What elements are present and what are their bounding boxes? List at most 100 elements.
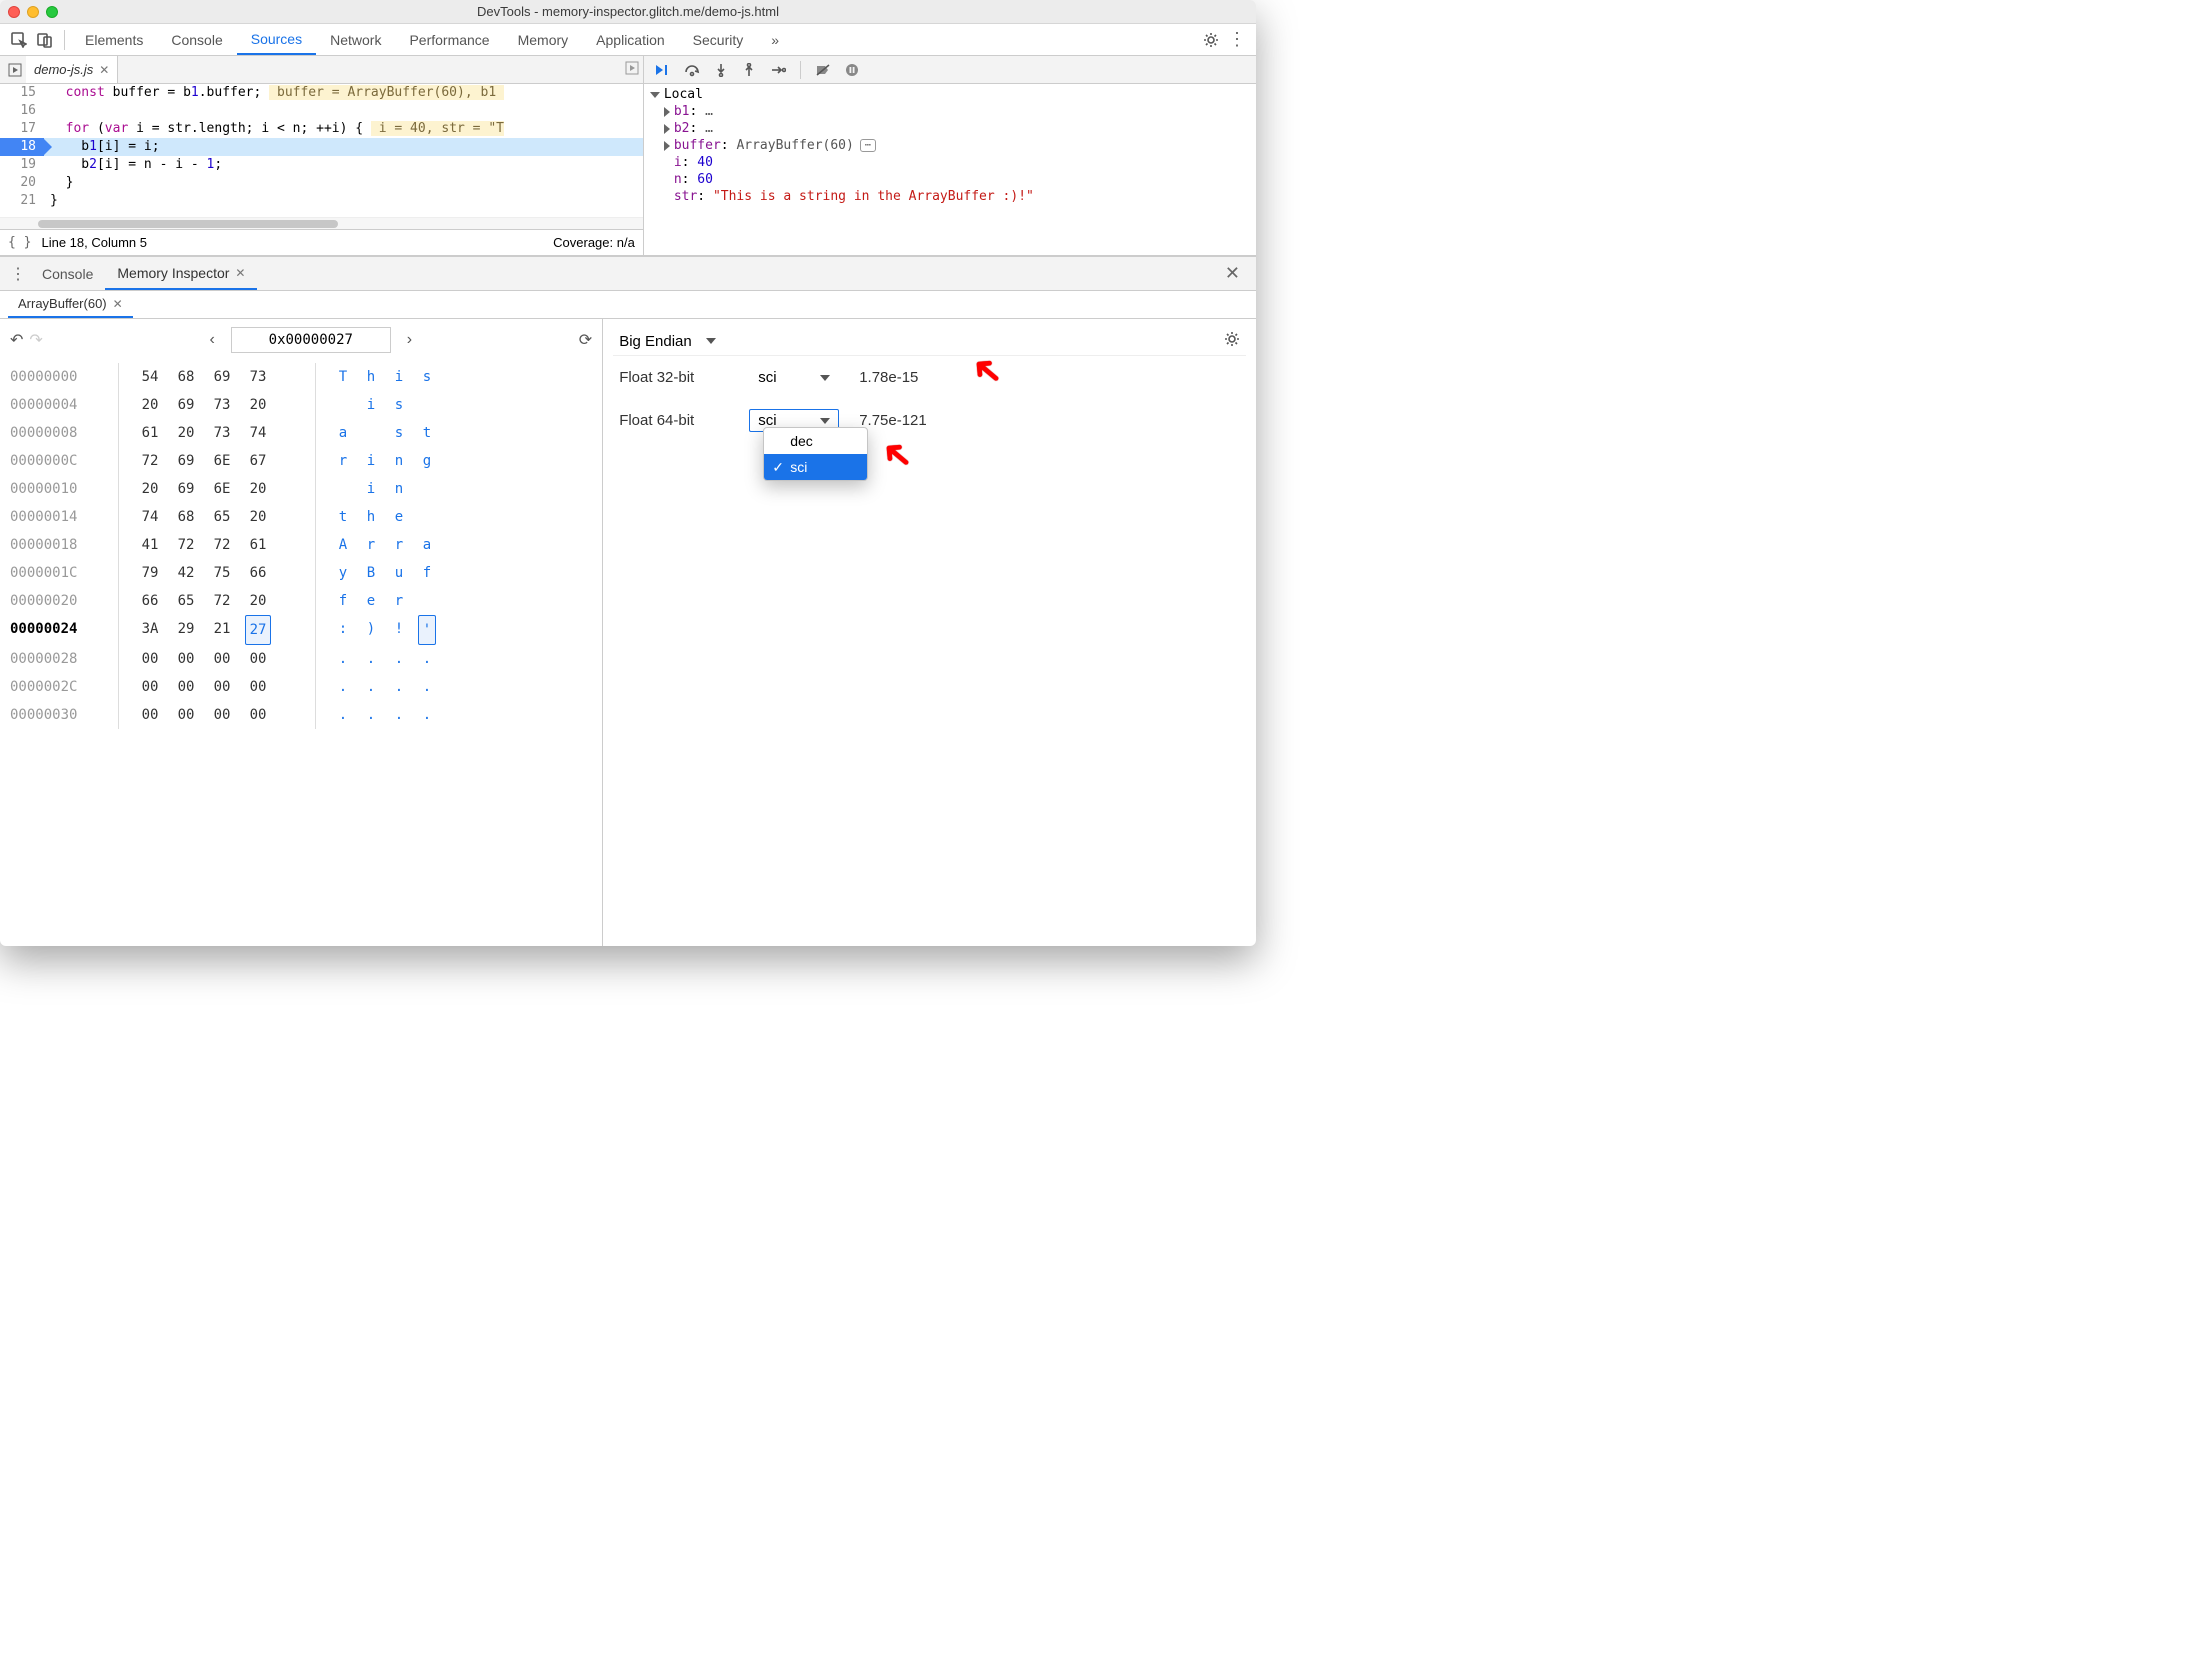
editor-status-bar: { } Line 18, Column 5 Coverage: n/a [0,229,643,255]
code-line[interactable]: 17 for (var i = str.length; i < n; ++i) … [0,120,643,138]
file-tab-label: demo-js.js [34,62,93,77]
drawer-menu-icon[interactable]: ⋮ [6,264,30,284]
pretty-print-icon[interactable]: { } [8,235,31,250]
deactivate-breakpoints-icon[interactable] [815,63,831,77]
run-snippet-icon[interactable] [625,61,639,78]
main-tab-bar: Elements Console Sources Network Perform… [0,24,1256,56]
device-toolbar-icon[interactable] [32,27,58,53]
separator [64,30,65,50]
sources-split: demo-js.js ✕ 15 const buffer = b1.buffer… [0,56,1256,256]
tab-security[interactable]: Security [679,24,758,55]
hex-viewer: ↶ ↷ ‹ › ⟳ 0000000054686973This0000000420… [0,319,603,946]
cursor-position: Line 18, Column 5 [41,235,147,250]
caret-down-icon [706,338,716,344]
tab-elements[interactable]: Elements [71,24,157,55]
close-tab-icon[interactable]: ✕ [99,63,109,77]
format-option-sci[interactable]: sci [764,454,867,480]
redo-icon[interactable]: ↷ [29,330,42,350]
resume-icon[interactable] [654,63,670,77]
close-tab-icon[interactable]: ✕ [113,297,123,311]
pause-on-exceptions-icon[interactable] [845,63,859,77]
format-selector-float32[interactable]: sci [749,366,839,389]
scope-panel[interactable]: Local b1: …b2: …buffer: ArrayBuffer(60)⋯… [644,84,1256,255]
tab-console[interactable]: Console [157,24,236,55]
hex-row[interactable]: 0000001474686520the [10,503,592,531]
scope-variable[interactable]: b2: … [644,120,1256,137]
scope-variable[interactable]: buffer: ArrayBuffer(60)⋯ [644,137,1256,154]
close-tab-icon[interactable]: ✕ [235,266,245,280]
tab-network[interactable]: Network [316,24,395,55]
value-float64: 7.75e-121 [859,412,927,429]
settings-gear-icon[interactable] [1198,27,1224,53]
hex-row[interactable]: 0000001020696E20 in [10,475,592,503]
hex-row[interactable]: 0000000054686973This [10,363,592,391]
devtools-window: DevTools - memory-inspector.glitch.me/de… [0,0,1256,946]
value-label: Float 32-bit [619,369,729,386]
step-into-icon[interactable] [714,63,728,77]
tab-sources[interactable]: Sources [237,24,316,55]
hex-row[interactable]: 0000000861207374a st [10,419,592,447]
separator [800,61,801,79]
next-page-icon[interactable]: › [401,331,418,349]
hex-row[interactable]: 0000000420697320 is [10,391,592,419]
prev-page-icon[interactable]: ‹ [203,331,220,349]
code-line[interactable]: 16 [0,102,643,120]
hex-row[interactable]: 0000002C00000000.... [10,673,592,701]
window-title: DevTools - memory-inspector.glitch.me/de… [0,4,1256,19]
horizontal-scrollbar[interactable] [0,217,643,229]
navigator-toggle-icon[interactable] [4,63,26,77]
hex-table[interactable]: 0000000054686973This0000000420697320 is … [10,363,592,729]
hex-row[interactable]: 0000002066657220fer [10,587,592,615]
tab-memory[interactable]: Memory [504,24,583,55]
undo-icon[interactable]: ↶ [10,330,23,350]
value-label: Float 64-bit [619,412,729,429]
hex-row[interactable]: 0000002800000000.... [10,645,592,673]
hex-row[interactable]: 0000001C79427566yBuf [10,559,592,587]
value-inspector: Big Endian Float 32-bit sci 1.78e-15 Flo… [603,319,1256,946]
tab-application[interactable]: Application [582,24,679,55]
code-line[interactable]: 15 const buffer = b1.buffer; buffer = Ar… [0,84,643,102]
memory-inspector-body: ↶ ↷ ‹ › ⟳ 0000000054686973This0000000420… [0,319,1256,946]
hex-row[interactable]: 0000003000000000.... [10,701,592,729]
window-titlebar: DevTools - memory-inspector.glitch.me/de… [0,0,1256,24]
step-over-icon[interactable] [684,63,700,77]
scope-local-header[interactable]: Local [644,86,1256,103]
code-line[interactable]: 19 b2[i] = n - i - 1; [0,156,643,174]
value-row-float64: Float 64-bit sci 7.75e-121 [613,399,1246,442]
refresh-icon[interactable]: ⟳ [579,330,592,350]
scope-variable[interactable]: n: 60 [644,171,1256,188]
endianness-selector[interactable]: Big Endian [613,327,1246,356]
inspect-element-icon[interactable] [6,27,32,53]
debugger-pane: Local b1: …b2: …buffer: ArrayBuffer(60)⋯… [644,56,1256,255]
tab-overflow[interactable]: » [757,24,793,55]
step-icon[interactable] [770,63,786,77]
hex-toolbar: ↶ ↷ ‹ › ⟳ [10,327,592,353]
format-dropdown[interactable]: dec sci [763,427,868,481]
drawer-tab-console[interactable]: Console [30,257,105,290]
close-drawer-icon[interactable]: ✕ [1215,263,1250,284]
file-tab-demo-js[interactable]: demo-js.js ✕ [26,56,118,83]
scope-variable[interactable]: str: "This is a string in the ArrayBuffe… [644,188,1256,205]
scrollbar-thumb[interactable] [38,220,338,228]
hex-row[interactable]: 000000243A292127:)!' [10,615,592,645]
format-option-dec[interactable]: dec [764,428,867,454]
buffer-tab-arraybuffer[interactable]: ArrayBuffer(60) ✕ [8,291,133,318]
value-settings-gear-icon[interactable] [1224,331,1240,351]
hex-row[interactable]: 0000001841727261Arra [10,531,592,559]
file-tab-bar: demo-js.js ✕ [0,56,643,84]
drawer-tab-memory-inspector[interactable]: Memory Inspector ✕ [105,257,257,290]
tab-performance[interactable]: Performance [395,24,503,55]
code-line[interactable]: 20 } [0,174,643,192]
kebab-menu-icon[interactable]: ⋮ [1224,27,1250,53]
address-input[interactable] [231,327,391,353]
step-out-icon[interactable] [742,63,756,77]
hex-row[interactable]: 0000000C72696E67ring [10,447,592,475]
drawer: ⋮ Console Memory Inspector ✕ ✕ ArrayBuff… [0,256,1256,946]
scope-variable[interactable]: b1: … [644,103,1256,120]
drawer-tab-bar: ⋮ Console Memory Inspector ✕ ✕ [0,257,1256,291]
code-line[interactable]: 21} [0,192,643,210]
value-row-float32: Float 32-bit sci 1.78e-15 [613,356,1246,399]
code-editor[interactable]: 15 const buffer = b1.buffer; buffer = Ar… [0,84,643,217]
code-line[interactable]: 18 b1[i] = i; [0,138,643,156]
scope-variable[interactable]: i: 40 [644,154,1256,171]
